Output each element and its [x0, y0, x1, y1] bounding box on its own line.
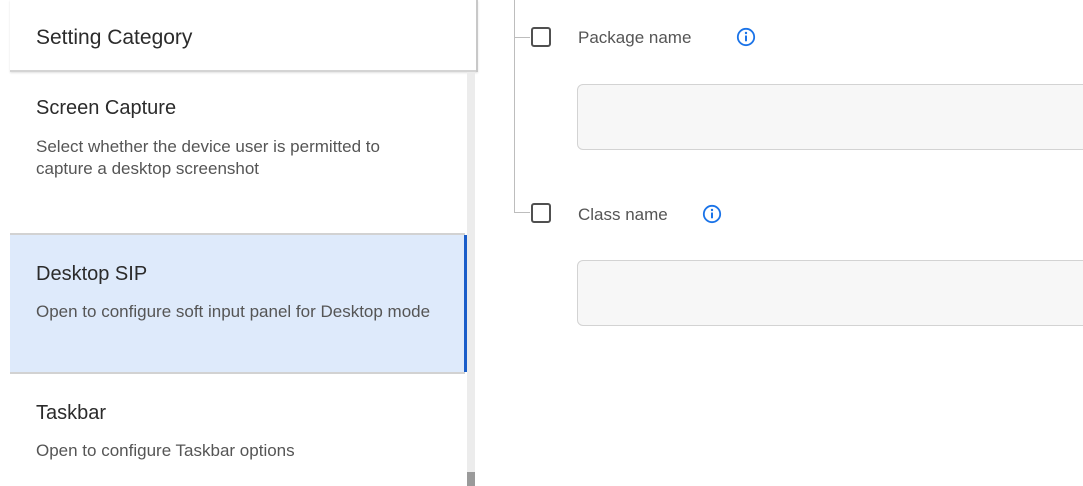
package-name-checkbox[interactable]	[531, 27, 551, 47]
settings-view: Setting Category Screen Capture Select w…	[0, 0, 1083, 486]
category-item-title: Screen Capture	[36, 97, 177, 119]
tree-connector-package	[514, 37, 530, 38]
panel-divider	[476, 0, 478, 72]
category-item-description: Open to configure Taskbar options	[36, 441, 295, 460]
info-icon[interactable]	[736, 27, 756, 47]
category-item-description: Select whether the device user is permit…	[36, 137, 380, 178]
class-name-label: Class name	[578, 205, 668, 224]
category-scrollbar[interactable]	[467, 72, 475, 486]
category-scrollbar-thumb[interactable]	[467, 472, 475, 486]
category-item-screen-capture[interactable]: Screen Capture Select whether the device…	[10, 72, 465, 235]
setting-category-header: Setting Category	[10, 0, 478, 72]
setting-category-title: Setting Category	[36, 26, 193, 49]
category-item-desktop-sip[interactable]: Desktop SIP Open to configure soft input…	[10, 235, 469, 374]
class-name-input[interactable]	[577, 260, 1083, 326]
tree-connector-vertical	[514, 0, 515, 212]
tree-connector-class	[514, 212, 530, 213]
class-name-checkbox[interactable]	[531, 203, 551, 223]
category-item-title: Desktop SIP	[36, 263, 148, 285]
info-icon[interactable]	[702, 204, 722, 224]
package-name-input[interactable]	[577, 84, 1083, 150]
package-name-label: Package name	[578, 28, 692, 47]
category-item-taskbar[interactable]: Taskbar Open to configure Taskbar option…	[10, 374, 465, 486]
category-item-description: Open to configure soft input panel for D…	[36, 302, 431, 321]
setting-category-list: Screen Capture Select whether the device…	[10, 72, 469, 486]
setting-category-panel: Setting Category Screen Capture Select w…	[0, 0, 478, 486]
category-item-title: Taskbar	[36, 402, 107, 424]
